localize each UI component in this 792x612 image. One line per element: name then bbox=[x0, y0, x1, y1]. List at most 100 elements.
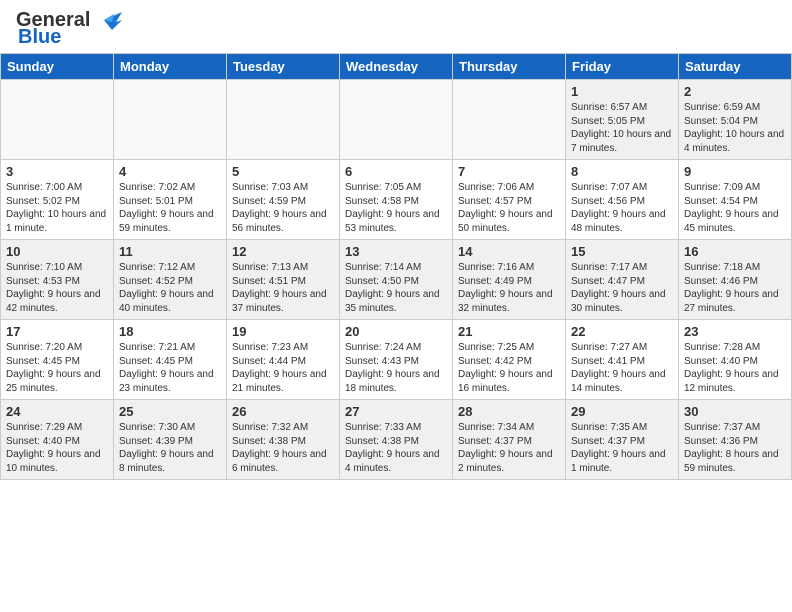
logo-bird-icon bbox=[94, 8, 126, 32]
calendar-body: 1 Sunrise: 6:57 AM Sunset: 5:05 PM Daylig… bbox=[1, 80, 792, 480]
calendar-header-thursday: Thursday bbox=[453, 54, 566, 80]
day-info: Sunrise: 7:16 AM Sunset: 4:49 PM Dayligh… bbox=[458, 261, 560, 315]
calendar-week-5: 24 Sunrise: 7:29 AM Sunset: 4:40 PM Dayli… bbox=[1, 400, 792, 480]
calendar-cell: 17 Sunrise: 7:20 AM Sunset: 4:45 PM Dayli… bbox=[1, 320, 114, 400]
calendar-cell: 18Sunrise: 7:21 AM Sunset: 4:45 PM Dayli… bbox=[114, 320, 227, 400]
day-info: Sunrise: 6:59 AM Sunset: 5:04 PM Dayligh… bbox=[684, 101, 786, 155]
day-info: Sunrise: 7:28 AM Sunset: 4:40 PM Dayligh… bbox=[684, 341, 786, 395]
calendar-table: SundayMondayTuesdayWednesdayThursdayFrid… bbox=[0, 53, 792, 480]
calendar-header-sunday: Sunday bbox=[1, 54, 114, 80]
day-number: 19 bbox=[232, 324, 334, 339]
logo: General Blue bbox=[16, 8, 126, 49]
calendar-header-friday: Friday bbox=[566, 54, 679, 80]
day-number: 17 bbox=[6, 324, 108, 339]
day-info: Sunrise: 7:03 AM Sunset: 4:59 PM Dayligh… bbox=[232, 181, 334, 235]
day-number: 11 bbox=[119, 244, 221, 259]
calendar-cell: 24 Sunrise: 7:29 AM Sunset: 4:40 PM Dayli… bbox=[1, 400, 114, 480]
calendar-cell bbox=[453, 80, 566, 160]
calendar-week-3: 10 Sunrise: 7:10 AM Sunset: 4:53 PM Dayli… bbox=[1, 240, 792, 320]
day-number: 9 bbox=[684, 164, 786, 179]
day-info: Sunrise: 7:34 AM Sunset: 4:37 PM Dayligh… bbox=[458, 421, 560, 475]
day-number: 18 bbox=[119, 324, 221, 339]
day-number: 29 bbox=[571, 404, 673, 419]
day-number: 28 bbox=[458, 404, 560, 419]
calendar-cell: 11 Sunrise: 7:12 AM Sunset: 4:52 PM Dayli… bbox=[114, 240, 227, 320]
day-number: 23 bbox=[684, 324, 786, 339]
calendar-cell bbox=[340, 80, 453, 160]
day-number: 8 bbox=[571, 164, 673, 179]
calendar-cell: 10 Sunrise: 7:10 AM Sunset: 4:53 PM Dayli… bbox=[1, 240, 114, 320]
calendar-cell: 9 Sunrise: 7:09 AM Sunset: 4:54 PM Daylig… bbox=[679, 160, 792, 240]
calendar-cell bbox=[1, 80, 114, 160]
calendar-cell: 28 Sunrise: 7:34 AM Sunset: 4:37 PM Dayli… bbox=[453, 400, 566, 480]
calendar-cell: 25 Sunrise: 7:30 AM Sunset: 4:39 PM Dayli… bbox=[114, 400, 227, 480]
day-info: Sunrise: 7:07 AM Sunset: 4:56 PM Dayligh… bbox=[571, 181, 673, 235]
day-info: Sunrise: 7:05 AM Sunset: 4:58 PM Dayligh… bbox=[345, 181, 447, 235]
day-number: 16 bbox=[684, 244, 786, 259]
day-number: 30 bbox=[684, 404, 786, 419]
day-number: 13 bbox=[345, 244, 447, 259]
day-info: Sunrise: 7:12 AM Sunset: 4:52 PM Dayligh… bbox=[119, 261, 221, 315]
calendar-cell: 21 Sunrise: 7:25 AM Sunset: 4:42 PM Dayli… bbox=[453, 320, 566, 400]
calendar-cell: 12 Sunrise: 7:13 AM Sunset: 4:51 PM Dayli… bbox=[227, 240, 340, 320]
day-info: Sunrise: 7:27 AM Sunset: 4:41 PM Dayligh… bbox=[571, 341, 673, 395]
day-info: Sunrise: 7:29 AM Sunset: 4:40 PM Dayligh… bbox=[6, 421, 108, 475]
calendar-week-4: 17 Sunrise: 7:20 AM Sunset: 4:45 PM Dayli… bbox=[1, 320, 792, 400]
day-number: 21 bbox=[458, 324, 560, 339]
calendar-cell: 27 Sunrise: 7:33 AM Sunset: 4:38 PM Dayli… bbox=[340, 400, 453, 480]
day-number: 27 bbox=[345, 404, 447, 419]
calendar-cell: 16 Sunrise: 7:18 AM Sunset: 4:46 PM Dayli… bbox=[679, 240, 792, 320]
calendar-cell: 8 Sunrise: 7:07 AM Sunset: 4:56 PM Daylig… bbox=[566, 160, 679, 240]
day-info: Sunrise: 7:13 AM Sunset: 4:51 PM Dayligh… bbox=[232, 261, 334, 315]
day-info: Sunrise: 7:20 AM Sunset: 4:45 PM Dayligh… bbox=[6, 341, 108, 395]
day-info: Sunrise: 7:24 AM Sunset: 4:43 PM Dayligh… bbox=[345, 341, 447, 395]
calendar-cell: 4Sunrise: 7:02 AM Sunset: 5:01 PM Daylig… bbox=[114, 160, 227, 240]
calendar-cell: 30 Sunrise: 7:37 AM Sunset: 4:36 PM Dayli… bbox=[679, 400, 792, 480]
day-info: Sunrise: 7:35 AM Sunset: 4:37 PM Dayligh… bbox=[571, 421, 673, 475]
calendar-cell: 29 Sunrise: 7:35 AM Sunset: 4:37 PM Dayli… bbox=[566, 400, 679, 480]
calendar-cell: 6 Sunrise: 7:05 AM Sunset: 4:58 PM Daylig… bbox=[340, 160, 453, 240]
calendar-header-monday: Monday bbox=[114, 54, 227, 80]
day-number: 25 bbox=[119, 404, 221, 419]
calendar-cell: 23 Sunrise: 7:28 AM Sunset: 4:40 PM Dayli… bbox=[679, 320, 792, 400]
day-info: Sunrise: 7:30 AM Sunset: 4:39 PM Dayligh… bbox=[119, 421, 221, 475]
day-info: Sunrise: 7:10 AM Sunset: 4:53 PM Dayligh… bbox=[6, 261, 108, 315]
day-info: Sunrise: 7:09 AM Sunset: 4:54 PM Dayligh… bbox=[684, 181, 786, 235]
calendar-cell: 19 Sunrise: 7:23 AM Sunset: 4:44 PM Dayli… bbox=[227, 320, 340, 400]
day-info: Sunrise: 7:32 AM Sunset: 4:38 PM Dayligh… bbox=[232, 421, 334, 475]
calendar-cell bbox=[114, 80, 227, 160]
calendar-cell: 22 Sunrise: 7:27 AM Sunset: 4:41 PM Dayli… bbox=[566, 320, 679, 400]
day-info: Sunrise: 7:33 AM Sunset: 4:38 PM Dayligh… bbox=[345, 421, 447, 475]
day-number: 12 bbox=[232, 244, 334, 259]
calendar-cell: 13 Sunrise: 7:14 AM Sunset: 4:50 PM Dayli… bbox=[340, 240, 453, 320]
day-info: Sunrise: 7:14 AM Sunset: 4:50 PM Dayligh… bbox=[345, 261, 447, 315]
day-info: Sunrise: 7:17 AM Sunset: 4:47 PM Dayligh… bbox=[571, 261, 673, 315]
day-number: 22 bbox=[571, 324, 673, 339]
day-info: Sunrise: 7:25 AM Sunset: 4:42 PM Dayligh… bbox=[458, 341, 560, 395]
day-number: 24 bbox=[6, 404, 108, 419]
day-info: Sunrise: 7:18 AM Sunset: 4:46 PM Dayligh… bbox=[684, 261, 786, 315]
calendar-header-wednesday: Wednesday bbox=[340, 54, 453, 80]
day-number: 14 bbox=[458, 244, 560, 259]
day-number: 2 bbox=[684, 84, 786, 99]
calendar-cell: 14 Sunrise: 7:16 AM Sunset: 4:49 PM Dayli… bbox=[453, 240, 566, 320]
day-number: 15 bbox=[571, 244, 673, 259]
calendar-cell: 1 Sunrise: 6:57 AM Sunset: 5:05 PM Daylig… bbox=[566, 80, 679, 160]
day-number: 10 bbox=[6, 244, 108, 259]
day-info: Sunrise: 6:57 AM Sunset: 5:05 PM Dayligh… bbox=[571, 101, 673, 155]
calendar-cell: 5Sunrise: 7:03 AM Sunset: 4:59 PM Daylig… bbox=[227, 160, 340, 240]
day-number: 1 bbox=[571, 84, 673, 99]
calendar-header-row: SundayMondayTuesdayWednesdayThursdayFrid… bbox=[1, 54, 792, 80]
day-number: 6 bbox=[345, 164, 447, 179]
day-info: Sunrise: 7:23 AM Sunset: 4:44 PM Dayligh… bbox=[232, 341, 334, 395]
calendar-cell bbox=[227, 80, 340, 160]
calendar-cell: 26 Sunrise: 7:32 AM Sunset: 4:38 PM Dayli… bbox=[227, 400, 340, 480]
calendar-cell: 7 Sunrise: 7:06 AM Sunset: 4:57 PM Daylig… bbox=[453, 160, 566, 240]
calendar-cell: 15 Sunrise: 7:17 AM Sunset: 4:47 PM Dayli… bbox=[566, 240, 679, 320]
day-number: 26 bbox=[232, 404, 334, 419]
day-number: 7 bbox=[458, 164, 560, 179]
calendar-header-tuesday: Tuesday bbox=[227, 54, 340, 80]
day-info: Sunrise: 7:37 AM Sunset: 4:36 PM Dayligh… bbox=[684, 421, 786, 475]
day-info: Sunrise: 7:06 AM Sunset: 4:57 PM Dayligh… bbox=[458, 181, 560, 235]
calendar-header-saturday: Saturday bbox=[679, 54, 792, 80]
